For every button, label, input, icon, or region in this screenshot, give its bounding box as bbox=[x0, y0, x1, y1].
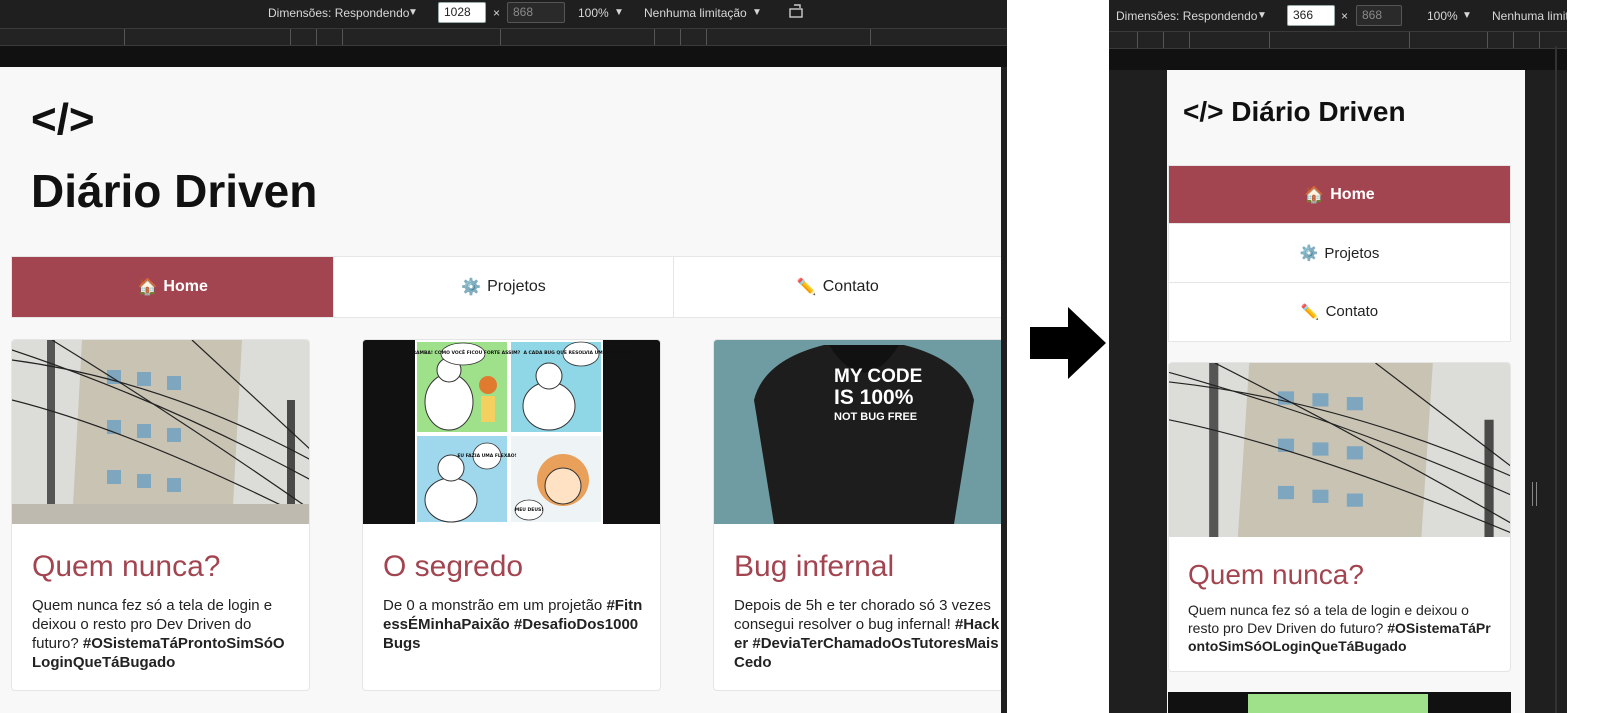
times-sign: × bbox=[493, 6, 501, 20]
hoodie-photo: MY CODE IS 100% NOT BUG FREE bbox=[714, 340, 1001, 524]
nav-item-projetos[interactable]: ⚙️ Projetos bbox=[1169, 224, 1510, 283]
post-card[interactable]: Quem nunca? Quem nunca fez só a tela de … bbox=[11, 339, 310, 691]
devtools-responsive-frame-mobile: Dimensões: Respondendo ▼ 366 × 868 100% … bbox=[1109, 0, 1567, 713]
nav-item-label: Contato bbox=[1325, 303, 1379, 321]
chevron-down-icon[interactable]: ▼ bbox=[1462, 10, 1472, 21]
responsive-toolbar: Dimensões: Respondendo ▼ 366 × 868 100% … bbox=[1109, 3, 1567, 31]
nav-item-label: Projetos bbox=[1324, 244, 1380, 262]
nav-item-home[interactable]: 🏠 Home bbox=[1169, 166, 1510, 225]
media-query-ruler[interactable] bbox=[1109, 31, 1567, 49]
logo-code-icon: </> bbox=[31, 95, 95, 144]
nav-item-contato[interactable]: ✏️ Contato bbox=[673, 257, 1001, 317]
nav-item-contato[interactable]: ✏️ Contato bbox=[1169, 282, 1510, 342]
card-title: O segredo bbox=[383, 550, 524, 583]
width-input[interactable]: 366 bbox=[1287, 5, 1335, 26]
comic-image: CARAMBA! COMO VOCÊ FICOU FORTE ASSIM? A … bbox=[363, 340, 660, 524]
comic-text: EU FAZIA UMA FLEXÃO! bbox=[457, 452, 516, 459]
zoom-dropdown[interactable]: 100% bbox=[578, 6, 609, 20]
media-query-ruler[interactable] bbox=[0, 28, 1007, 46]
main-nav: 🏠 Home ⚙️ Projetos ✏️ Contato bbox=[11, 256, 1001, 318]
house-icon: 🏠 bbox=[137, 279, 158, 296]
chevron-down-icon[interactable]: ▼ bbox=[1257, 10, 1267, 21]
width-input[interactable]: 1028 bbox=[438, 2, 486, 23]
nav-item-label: Contato bbox=[822, 278, 879, 295]
dimensions-dropdown[interactable]: Dimensões: Respondendo bbox=[1116, 9, 1257, 23]
throttle-dropdown[interactable]: Nenhuma limitação bbox=[644, 6, 747, 20]
card-title: Quem nunca? bbox=[1188, 559, 1364, 590]
chevron-down-icon[interactable]: ▼ bbox=[408, 7, 418, 18]
ruler-bar bbox=[0, 46, 1007, 67]
chevron-down-icon[interactable]: ▼ bbox=[614, 7, 624, 18]
page-title: Diário Driven bbox=[31, 165, 318, 217]
arrow-right-icon bbox=[1030, 307, 1106, 379]
card-title: Quem nunca? bbox=[32, 550, 221, 583]
ruler-bar bbox=[1109, 49, 1567, 70]
comic-text: MEU DEUS! bbox=[515, 507, 544, 513]
gear-icon: ⚙️ bbox=[461, 279, 482, 296]
height-input[interactable]: 868 bbox=[1356, 5, 1402, 26]
page-viewport: </> Diário Driven 🏠 Home ⚙️ Projetos ✏️ … bbox=[1167, 70, 1525, 713]
rotate-icon[interactable] bbox=[788, 3, 806, 24]
nav-item-projetos[interactable]: ⚙️ Projetos bbox=[334, 257, 674, 317]
frame-divider bbox=[1555, 46, 1557, 713]
next-card-preview bbox=[1168, 692, 1511, 713]
hoodie-text: MY CODE bbox=[834, 366, 922, 387]
card-text: De 0 a monstrão em um projetão #FitnessÉ… bbox=[383, 597, 643, 652]
post-card[interactable]: CARAMBA! COMO VOCÊ FICOU FORTE ASSIM? A … bbox=[362, 339, 661, 691]
page-title-row: </> Diário Driven bbox=[1183, 96, 1406, 128]
card-title: Bug infernal bbox=[734, 550, 895, 583]
logo-code-icon: </> bbox=[1183, 96, 1224, 127]
building-photo bbox=[1169, 363, 1510, 537]
dimensions-dropdown[interactable]: Dimensões: Respondendo bbox=[268, 6, 409, 20]
pencil-icon: ✏️ bbox=[1300, 303, 1320, 321]
post-card[interactable]: Quem nunca? Quem nunca fez só a tela de … bbox=[1168, 362, 1511, 672]
nav-item-label: Home bbox=[163, 278, 208, 295]
gear-icon: ⚙️ bbox=[1299, 245, 1319, 263]
chevron-down-icon[interactable]: ▼ bbox=[752, 7, 762, 18]
times-sign: × bbox=[1341, 9, 1349, 23]
building-photo bbox=[12, 340, 309, 524]
card-text: Quem nunca fez só a tela de login e deix… bbox=[1188, 602, 1491, 654]
pencil-icon: ✏️ bbox=[796, 279, 817, 296]
page-title: Diário Driven bbox=[1231, 96, 1406, 127]
resize-handle[interactable] bbox=[1532, 482, 1537, 506]
nav-item-label: Home bbox=[1330, 185, 1375, 203]
comic-text: A CADA BUG QUE RESOLVIA UM NO CÓDIGO... bbox=[523, 349, 638, 356]
card-text: Depois de 5h e ter chorado só 3 vezes co… bbox=[734, 597, 1000, 671]
throttle-dropdown[interactable]: Nenhuma limitaç bbox=[1492, 9, 1567, 23]
hoodie-text: IS 100% bbox=[834, 386, 914, 409]
responsive-toolbar: Dimensões: Respondendo ▼ 1028 × 868 100%… bbox=[0, 0, 1007, 28]
zoom-dropdown[interactable]: 100% bbox=[1427, 9, 1458, 23]
card-text: Quem nunca fez só a tela de login e deix… bbox=[32, 597, 285, 671]
height-input[interactable]: 868 bbox=[507, 2, 565, 23]
main-nav: 🏠 Home ⚙️ Projetos ✏️ Contato bbox=[1168, 165, 1511, 342]
nav-item-home[interactable]: 🏠 Home bbox=[12, 257, 335, 317]
nav-item-label: Projetos bbox=[487, 278, 546, 295]
house-icon: 🏠 bbox=[1304, 186, 1325, 204]
page-viewport: </> Diário Driven 🏠 Home ⚙️ Projetos ✏️ … bbox=[0, 67, 1001, 713]
devtools-responsive-frame-desktop: Dimensões: Respondendo ▼ 1028 × 868 100%… bbox=[0, 0, 1007, 713]
hoodie-text: NOT BUG FREE bbox=[834, 411, 917, 423]
post-card[interactable]: MY CODE IS 100% NOT BUG FREE Bug inferna… bbox=[713, 339, 1001, 691]
